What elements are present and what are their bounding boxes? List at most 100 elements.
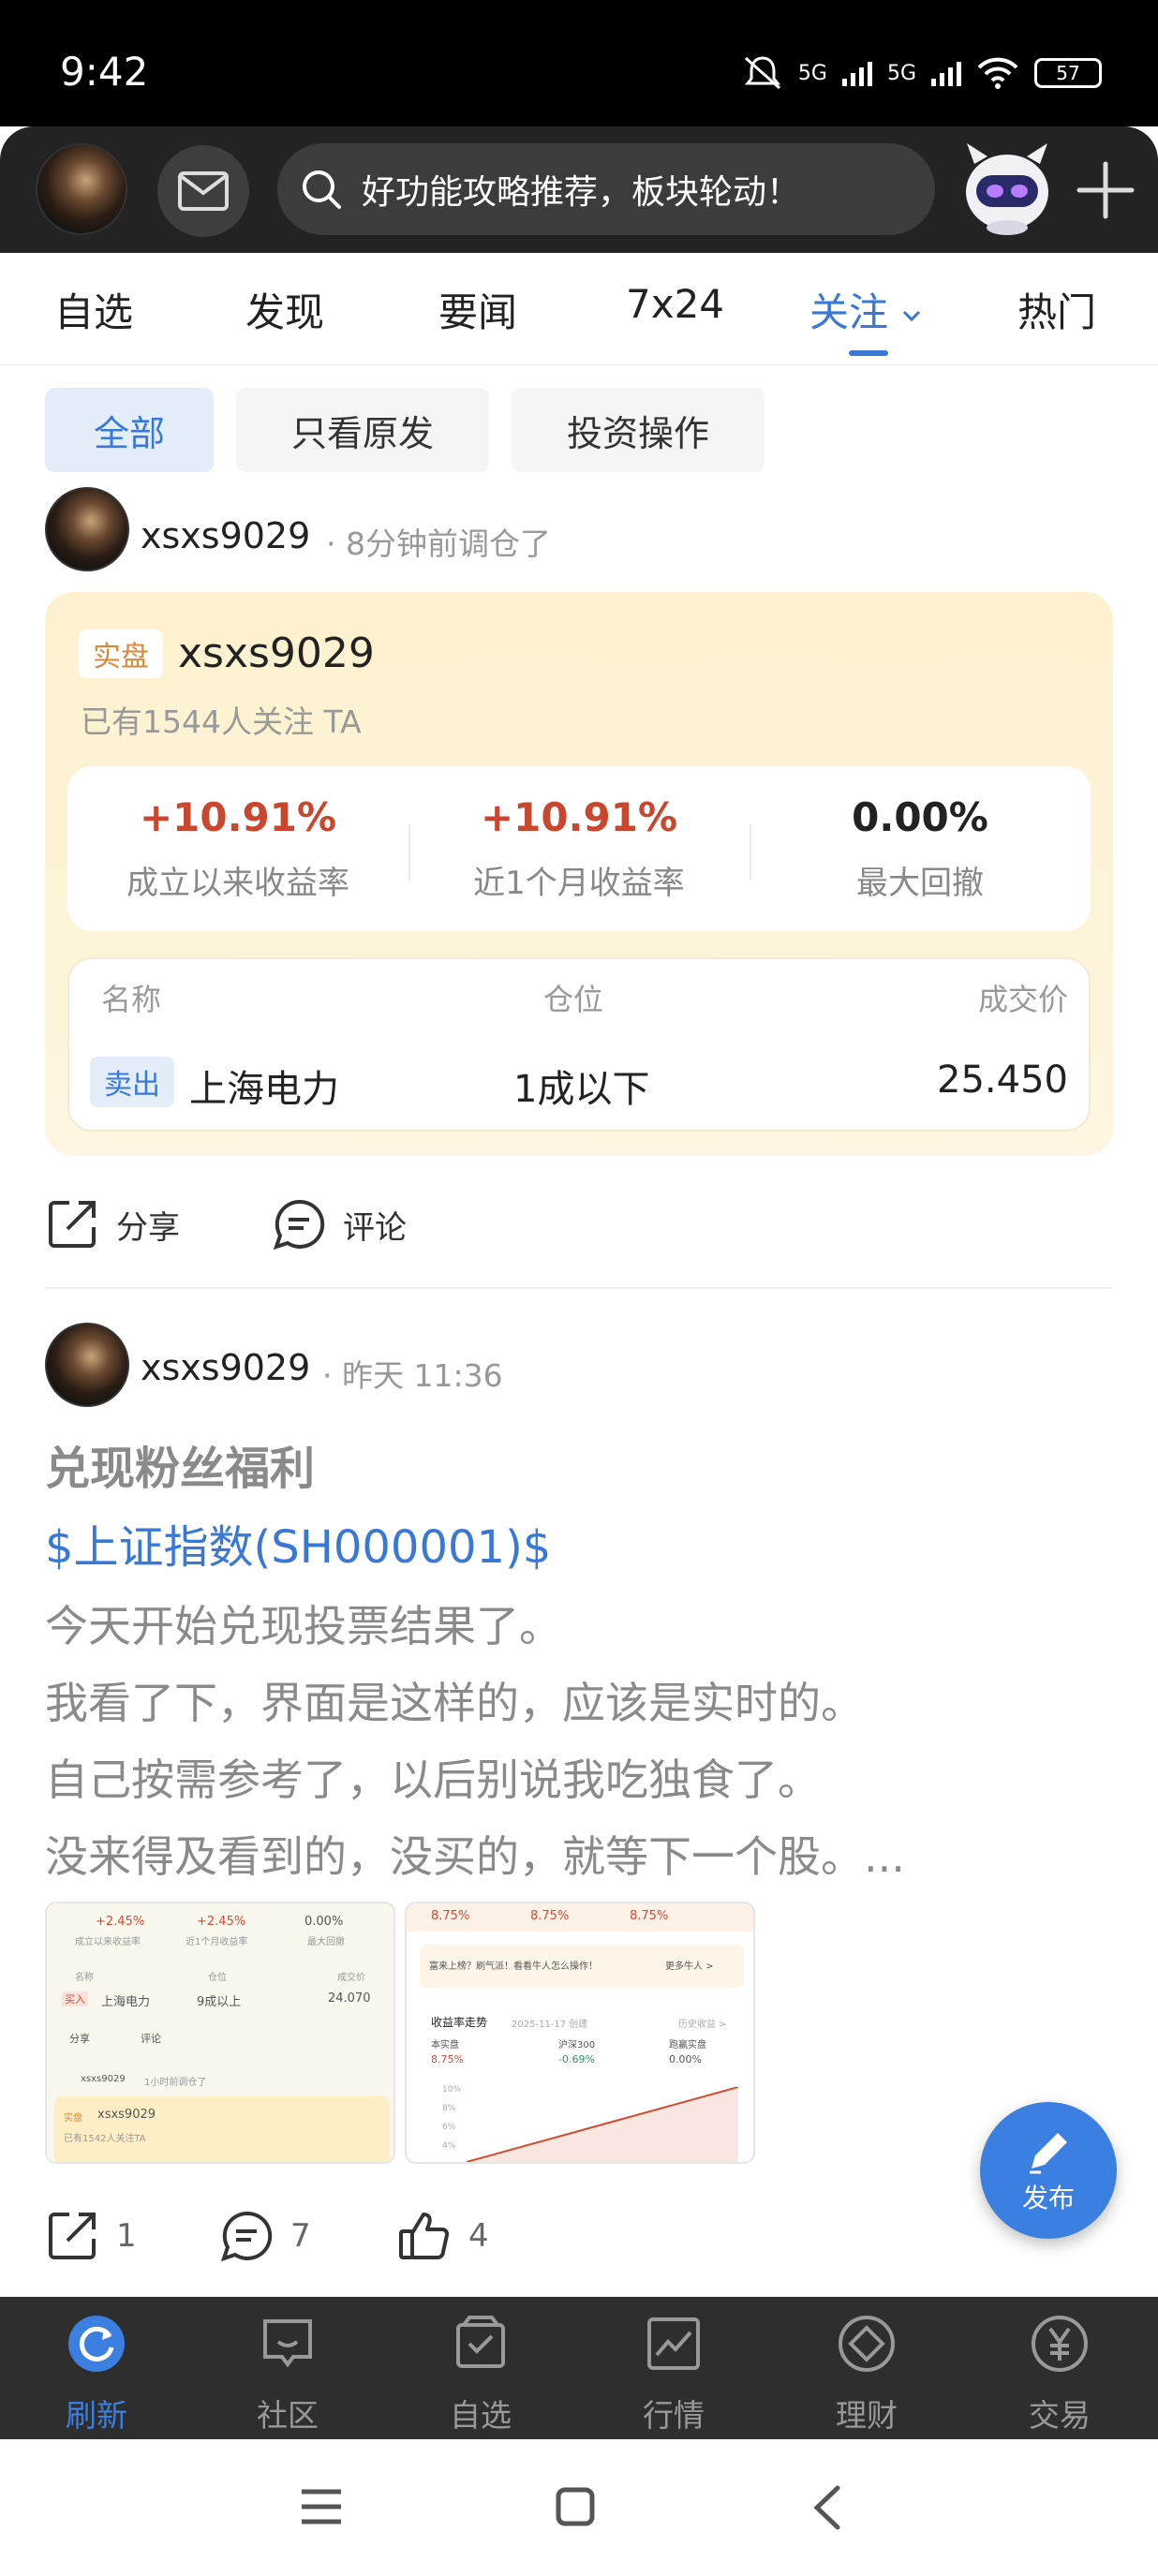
share-button[interactable]: 分享 bbox=[45, 1197, 180, 1251]
post2-like-button[interactable]: 4 bbox=[397, 2209, 489, 2263]
battery-icon: 57 bbox=[1034, 58, 1102, 88]
post1-username[interactable]: xsxs9029 bbox=[141, 515, 310, 556]
status-icons: 5G 5G 57 bbox=[742, 54, 1102, 92]
network-label-2: 5G bbox=[886, 61, 916, 85]
tab-following-label: 关注 bbox=[809, 289, 889, 335]
wealth-icon bbox=[839, 2316, 895, 2372]
comment-icon bbox=[220, 2211, 273, 2262]
thumb-banner: 富来上榜？刷气派！看看牛人怎么操作！ bbox=[429, 1962, 598, 1972]
filter-investment[interactable]: 投资操作 bbox=[512, 388, 765, 472]
status-bar: 9:42 5G 5G 57 bbox=[0, 0, 1158, 126]
nav-watchlist[interactable]: 自选 bbox=[420, 2314, 542, 2435]
trade-stock[interactable]: 上海电力 bbox=[189, 1059, 339, 1113]
stat-value: +10.91% bbox=[480, 794, 678, 840]
tab-7x24[interactable]: 7x24 bbox=[626, 281, 724, 327]
pen-icon bbox=[1030, 2133, 1067, 2174]
stat-value: 0.00% bbox=[852, 794, 988, 840]
thumb-stat: 8.75% bbox=[431, 1909, 470, 1923]
robot-assistant-icon[interactable] bbox=[956, 136, 1059, 239]
filter-original[interactable]: 只看原发 bbox=[236, 388, 489, 472]
thumb-comment: 评论 bbox=[141, 2033, 161, 2045]
nav-trade[interactable]: 交易 bbox=[999, 2314, 1121, 2435]
comment-button[interactable]: 评论 bbox=[272, 1197, 407, 1251]
comment-count: 7 bbox=[290, 2217, 311, 2255]
tab-zixuan[interactable]: 自选 bbox=[54, 281, 133, 338]
app-header: 好功能攻略推荐，板块轮动！ bbox=[0, 126, 1158, 253]
thumb-label: 最大回撤 bbox=[307, 1937, 345, 1947]
thumb-pos: 9成以上 bbox=[197, 1995, 242, 2009]
thumb-stat: 0.00% bbox=[304, 1915, 344, 1929]
thumb-stock: 上海电力 bbox=[101, 1995, 151, 2009]
thumb-name: xsxs9029 bbox=[97, 2108, 156, 2122]
nav-community[interactable]: 社区 bbox=[227, 2314, 349, 2435]
post2-username[interactable]: xsxs9029 bbox=[141, 1347, 310, 1388]
trade-position: 1成以下 bbox=[513, 1068, 650, 1111]
yuan-icon bbox=[1032, 2316, 1088, 2372]
stat-label: 近1个月收益率 bbox=[473, 865, 685, 902]
stat-one-month: +10.91% 近1个月收益率 bbox=[408, 794, 750, 903]
tab-following[interactable]: 关注 bbox=[809, 281, 923, 338]
search-icon bbox=[303, 170, 341, 209]
share-count: 1 bbox=[116, 2217, 137, 2255]
top-tabs: 自选 发现 要闻 7x24 关注 热门 bbox=[0, 253, 1158, 365]
like-count: 4 bbox=[468, 2217, 489, 2255]
share-icon bbox=[49, 1201, 96, 1248]
thumb-series-val: 8.75% bbox=[431, 2053, 464, 2065]
stock-link[interactable]: $上证指数(SH000001)$ bbox=[45, 1510, 551, 1576]
comment-icon bbox=[273, 1199, 325, 1251]
post-divider bbox=[45, 1287, 1113, 1289]
portfolio-stats: +10.91% 成立以来收益率 +10.91% 近1个月收益率 0.00% 最大… bbox=[67, 766, 1091, 931]
thumb-axis: 8% bbox=[442, 2104, 456, 2113]
tab-news[interactable]: 要闻 bbox=[438, 281, 517, 338]
network-label-1: 5G bbox=[797, 61, 827, 85]
post2-line: 没来得及看到的，没买的，就等下一个股。... bbox=[45, 1831, 905, 1882]
menu-icon[interactable] bbox=[298, 2486, 345, 2527]
nav-wealth[interactable]: 理财 bbox=[806, 2314, 928, 2435]
add-icon[interactable] bbox=[1068, 153, 1143, 228]
stat-since-inception: +10.91% 成立以来收益率 bbox=[67, 794, 408, 903]
post2-title[interactable]: 兑现粉丝福利 bbox=[45, 1431, 315, 1497]
trade-header-price: 成交价 bbox=[977, 982, 1068, 1017]
post2-comment-button[interactable]: 7 bbox=[219, 2209, 311, 2263]
thumb-stat: 8.75% bbox=[630, 1909, 669, 1923]
post2-share-button[interactable]: 1 bbox=[45, 2209, 137, 2263]
portfolio-name: xsxs9029 bbox=[178, 629, 375, 677]
user-avatar[interactable] bbox=[36, 143, 127, 235]
portfolio-card[interactable]: 实盘 xsxs9029 已有1544人关注 TA +10.91% 成立以来收益率… bbox=[45, 592, 1113, 1156]
thumb-hist: 历史收益 > bbox=[678, 2020, 727, 2030]
tab-discover[interactable]: 发现 bbox=[245, 281, 324, 338]
trade-table: 名称 仓位 成交价 卖出 上海电力 1成以下 25.450 bbox=[67, 957, 1091, 1132]
share-icon bbox=[49, 2213, 96, 2259]
post1-meta: · 8分钟前调仓了 bbox=[326, 526, 551, 562]
market-chart-icon bbox=[647, 2317, 700, 2370]
thumb-label: 成交价 bbox=[337, 1973, 365, 1983]
thumb-date: 2025-11-17 创建 bbox=[512, 2020, 588, 2030]
tab-hot[interactable]: 热门 bbox=[1017, 281, 1096, 338]
thumb-series-val: 0.00% bbox=[669, 2053, 702, 2065]
thumb-series: 跑赢实盘 bbox=[669, 2040, 706, 2050]
post2-avatar[interactable] bbox=[45, 1323, 129, 1407]
post-image-1[interactable]: +2.45% +2.45% 0.00% 成立以来收益率 近1个月收益率 最大回撤… bbox=[45, 1902, 395, 2164]
thumb-user: xsxs9029 bbox=[81, 2074, 126, 2084]
thumb-badge: 买入 bbox=[62, 1991, 88, 2006]
thumb-stat: +2.45% bbox=[197, 1915, 246, 1929]
message-button[interactable] bbox=[157, 145, 249, 237]
post1-avatar[interactable] bbox=[45, 487, 129, 571]
battery-level: 57 bbox=[1056, 62, 1080, 84]
thumb-follow: 已有1542人关注TA bbox=[64, 2134, 146, 2144]
search-bar[interactable]: 好功能攻略推荐，板块轮动！ bbox=[277, 143, 935, 235]
post2-line: 今天开始兑现投票结果了。 bbox=[45, 1601, 562, 1651]
home-icon[interactable] bbox=[555, 2486, 596, 2527]
thumb-price: 24.070 bbox=[328, 1991, 371, 2006]
publish-button[interactable]: 发布 bbox=[980, 2102, 1117, 2239]
thumb-label: 仓位 bbox=[208, 1973, 227, 1983]
nav-refresh[interactable]: 刷新 bbox=[36, 2314, 157, 2435]
thumb-series: 本实盘 bbox=[431, 2040, 459, 2050]
back-icon[interactable] bbox=[809, 2484, 847, 2531]
nav-market[interactable]: 行情 bbox=[613, 2314, 735, 2435]
filter-all[interactable]: 全部 bbox=[45, 388, 214, 472]
thumb-more: 更多牛人 > bbox=[665, 1962, 714, 1972]
post-image-2[interactable]: 8.75% 8.75% 8.75% 富来上榜？刷气派！看看牛人怎么操作！ 更多牛… bbox=[405, 1902, 755, 2164]
thumb-trend-line bbox=[467, 2087, 738, 2162]
thumbs-up-icon bbox=[399, 2213, 450, 2259]
